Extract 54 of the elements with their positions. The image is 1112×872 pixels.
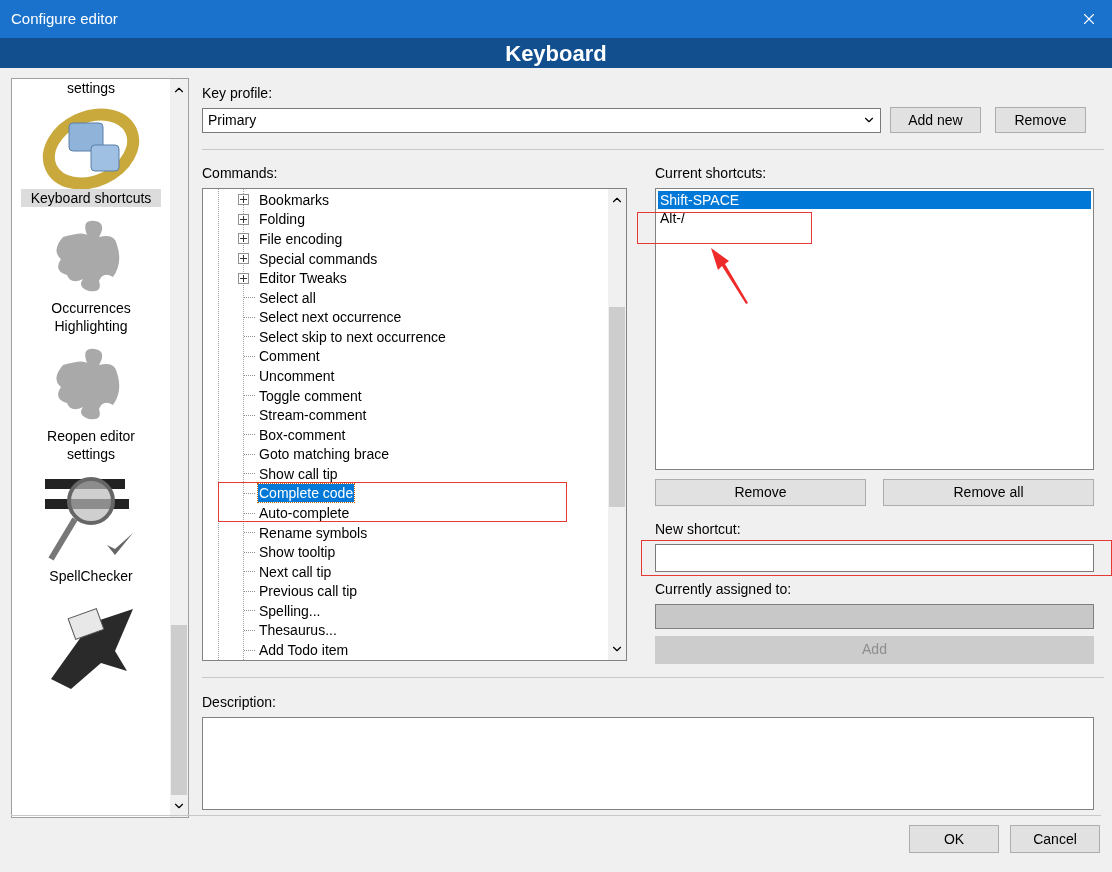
- tree-item[interactable]: Show call tip: [258, 464, 339, 483]
- shortcut-item[interactable]: Shift-SPACE: [658, 191, 1091, 209]
- tree-item[interactable]: Select next occurrence: [258, 308, 403, 327]
- page-heading: Keyboard: [505, 39, 607, 68]
- scrollbar[interactable]: [170, 79, 188, 817]
- tree-item[interactable]: Uncomment: [258, 366, 336, 385]
- tree-item[interactable]: Auto-complete: [258, 504, 351, 522]
- tree-item[interactable]: Special commands: [258, 249, 379, 268]
- ring-keys-icon: [41, 105, 141, 189]
- tree-item[interactable]: Complete code: [258, 484, 355, 503]
- profile-dropdown[interactable]: Primary: [202, 107, 881, 133]
- tree-item[interactable]: Stream-comment: [258, 406, 368, 425]
- window-title: Configure editor: [11, 8, 119, 29]
- annotation-arrow: [708, 246, 750, 306]
- tree-item[interactable]: Editor Tweaks: [258, 269, 348, 288]
- sidebar-item[interactable]: Keyboard shortcuts: [21, 189, 161, 207]
- tree-item[interactable]: Comment: [258, 347, 321, 366]
- scroll-thumb[interactable]: [171, 625, 187, 795]
- tree-item[interactable]: Thesaurus...: [258, 621, 338, 640]
- field-label: Currently assigned to:: [655, 580, 793, 598]
- tree-item[interactable]: Next call tip: [258, 562, 333, 581]
- field-label: Key profile:: [202, 84, 274, 102]
- tree-item[interactable]: Previous call tip: [258, 582, 359, 601]
- tree-item[interactable]: Add Todo item: [258, 641, 350, 660]
- expand-icon[interactable]: [238, 233, 249, 245]
- tree-item[interactable]: Rename symbols: [258, 523, 369, 542]
- remove-all-button[interactable]: Remove all: [883, 479, 1094, 506]
- tree-item[interactable]: Spelling...: [258, 601, 322, 620]
- remove-shortcut-button[interactable]: Remove: [655, 479, 866, 506]
- tree-item[interactable]: Bookmarks: [258, 190, 331, 209]
- tree-item[interactable]: Goto matching brace: [258, 445, 390, 464]
- expand-icon[interactable]: [238, 253, 249, 264]
- expand-icon[interactable]: [238, 272, 249, 284]
- cancel-button[interactable]: Cancel: [1010, 825, 1100, 853]
- tree-item[interactable]: Select all: [258, 288, 317, 307]
- tree-item[interactable]: Folding: [258, 210, 306, 229]
- tree-item[interactable]: Show tooltip: [258, 543, 337, 562]
- expand-icon[interactable]: [238, 194, 249, 206]
- tree-item[interactable]: Select skip to next occurrence: [258, 327, 447, 346]
- expand-icon[interactable]: [238, 213, 249, 225]
- field-label: Current shortcuts:: [655, 164, 768, 182]
- tree-item[interactable]: File encoding: [258, 229, 344, 248]
- remove-profile-button[interactable]: Remove: [995, 107, 1086, 133]
- ok-button[interactable]: OK: [909, 825, 999, 853]
- field-label: Commands:: [202, 164, 279, 182]
- add-new-button[interactable]: Add new: [890, 107, 981, 133]
- field-label: Description:: [202, 692, 277, 711]
- tree-item[interactable]: Toggle comment: [258, 386, 363, 405]
- shortcut-item[interactable]: Alt-/: [658, 209, 1091, 227]
- field-label: New shortcut:: [655, 520, 742, 538]
- shortcut-input[interactable]: [655, 544, 1094, 572]
- scrollbar[interactable]: [608, 189, 626, 660]
- tree-item[interactable]: Box-comment: [258, 425, 347, 444]
- scroll-thumb[interactable]: [609, 307, 625, 507]
